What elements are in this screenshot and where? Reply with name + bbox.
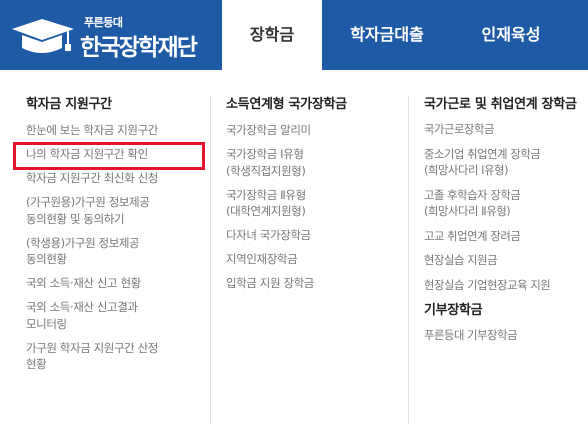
menu-item-my-income-bracket-check[interactable]: 나의 학자금 지원구간 확인 [26, 146, 208, 163]
menu-column-work-employment: 국가근로 및 취업연계 장학금 국가근로장학금 중소기업 취업연계 장학금 (희… [424, 96, 588, 353]
menu-item-income-bracket-overview[interactable]: 한눈에 보는 학자금 지원구간 [26, 122, 208, 139]
menu-item-national-scholarship-type2[interactable]: 국가장학금 Ⅱ유형 (대학연계지원형) [226, 187, 404, 220]
nav-tab-student-loan[interactable]: 학자금대출 [322, 0, 452, 70]
menu-item-highschool-employment-incentive[interactable]: 고교 취업연계 장려금 [424, 229, 588, 246]
menu-item-text: 한눈에 보는 학자금 지원구간 [26, 123, 158, 137]
menu-item-text: 고졸 후학습자 장학금 [424, 188, 521, 202]
nav-tab-scholarship[interactable]: 장학금 [222, 0, 322, 70]
column-subtitle-donation: 기부장학금 [424, 303, 483, 318]
menu-item-text: 입학금 지원 장학금 [226, 276, 314, 290]
graduation-cap-icon [12, 19, 74, 53]
menu-item-text: 푸른등대 기부장학금 [424, 329, 518, 342]
column-title: 학자금 지원구간 [26, 97, 112, 112]
menu-item-text: (학생직접지원형) [226, 163, 306, 178]
menu-item-text: 모니터링 [26, 316, 67, 331]
menu-item-income-bracket-update-request[interactable]: 학자금 지원구간 최신화 신청 [26, 170, 208, 187]
menu-item-text: (가구원용)가구원 정보제공 [26, 195, 150, 209]
menu-item-text: 현장실습 기업현장교육 지원 [424, 278, 551, 292]
menu-item-text: (희망사다리 Ⅱ유형) [424, 205, 511, 218]
menu-item-text: 나의 학자금 지원구간 확인 [26, 147, 148, 161]
menu-item-overseas-asset-report-monitoring[interactable]: 국외 소득·재산 신고결과 모니터링 [26, 299, 208, 332]
menu-item-regional-talent-scholarship[interactable]: 지역인재장학금 [226, 251, 404, 268]
menu-item-text: (희망사다리 Ⅰ유형) [424, 164, 509, 177]
menu-item-text: 가구원 학자금 지원구간 산정 [26, 340, 158, 355]
nav-tab-talent-development[interactable]: 인재육성 [452, 0, 570, 70]
menu-item-text: 국외 소득·재산 신고결과 [26, 300, 138, 314]
column-divider [408, 96, 409, 424]
menu-item-text: 다자녀 국가장학금 [226, 228, 311, 242]
menu-item-field-training-company-education[interactable]: 현장실습 기업현장교육 지원 [424, 278, 588, 295]
menu-item-text: 동의현황 [26, 252, 67, 266]
column-divider [210, 96, 211, 424]
menu-item-blue-lighthouse-donation-scholarship[interactable]: 푸른등대 기부장학금 [424, 328, 588, 345]
menu-item-admission-fee-scholarship[interactable]: 입학금 지원 장학금 [226, 275, 404, 292]
menu-item-text: 중소기업 취업연계 장학금 [424, 147, 541, 161]
logo-title: 한국장학재단 [80, 35, 198, 61]
menu-item-text: 지역인재장학금 [226, 252, 298, 266]
menu-item-text: 고교 취업연계 장려금 [424, 229, 521, 243]
menu-item-field-training-support[interactable]: 현장실습 지원금 [424, 253, 588, 270]
menu-item-text: (학생용)가구원 정보제공 [26, 235, 140, 250]
menu-item-multi-child-scholarship[interactable]: 다자녀 국가장학금 [226, 227, 404, 244]
menu-item-text: 현장실습 지원금 [424, 254, 498, 267]
menu-item-text: 국외 소득·재산 신고 현황 [26, 276, 141, 290]
column-title: 소득연계형 국가장학금 [226, 97, 347, 112]
menu-item-text: 국가근로장학금 [424, 123, 494, 136]
menu-item-text: 국가장학금 Ⅰ유형 [226, 147, 304, 161]
menu-item-post-highschool-learner-scholarship[interactable]: 고졸 후학습자 장학금 (희망사다리 Ⅱ유형) [424, 188, 588, 221]
menu-column-income-bracket: 학자금 지원구간 한눈에 보는 학자금 지원구간 나의 학자금 지원구간 확인 … [26, 96, 208, 380]
column-title: 국가근로 및 취업연계 장학금 [424, 97, 577, 112]
menu-item-text: 동의현황 및 동의하기 [26, 211, 125, 226]
menu-column-national-scholarship: 소득연계형 국가장학금 국가장학금 알리미 국가장학금 Ⅰ유형 (학생직접지원형… [226, 96, 404, 299]
menu-item-household-bracket-calculation[interactable]: 가구원 학자금 지원구간 산정 현황 [26, 340, 208, 373]
menu-item-overseas-asset-report-status[interactable]: 국외 소득·재산 신고 현황 [26, 275, 208, 292]
menu-item-student-consent-status[interactable]: (학생용)가구원 정보제공 동의현황 [26, 235, 208, 268]
top-header: 푸른등대 한국장학재단 장학금 학자금대출 인재육성 [0, 0, 588, 70]
site-logo[interactable]: 푸른등대 한국장학재단 [0, 0, 222, 70]
menu-item-text: 국가장학금 Ⅱ유형 [226, 187, 306, 202]
menu-item-household-consent[interactable]: (가구원용)가구원 정보제공 동의현황 및 동의하기 [26, 194, 208, 227]
menu-item-text: 현황 [26, 357, 47, 371]
menu-item-national-work-scholarship[interactable]: 국가근로장학금 [424, 122, 588, 139]
menu-item-text: (대학연계지원형) [226, 204, 306, 218]
menu-item-text: 국가장학금 알리미 [226, 123, 311, 137]
menu-item-text: 학자금 지원구간 최신화 신청 [26, 171, 158, 185]
page: 푸른등대 한국장학재단 장학금 학자금대출 인재육성 학자금 지원구간 한눈에 … [0, 0, 588, 440]
menu-item-sme-employment-scholarship[interactable]: 중소기업 취업연계 장학금 (희망사다리 Ⅰ유형) [424, 147, 588, 180]
menu-item-national-scholarship-type1[interactable]: 국가장학금 Ⅰ유형 (학생직접지원형) [226, 146, 404, 179]
menu-item-national-scholarship-notifier[interactable]: 국가장학금 알리미 [226, 122, 404, 139]
